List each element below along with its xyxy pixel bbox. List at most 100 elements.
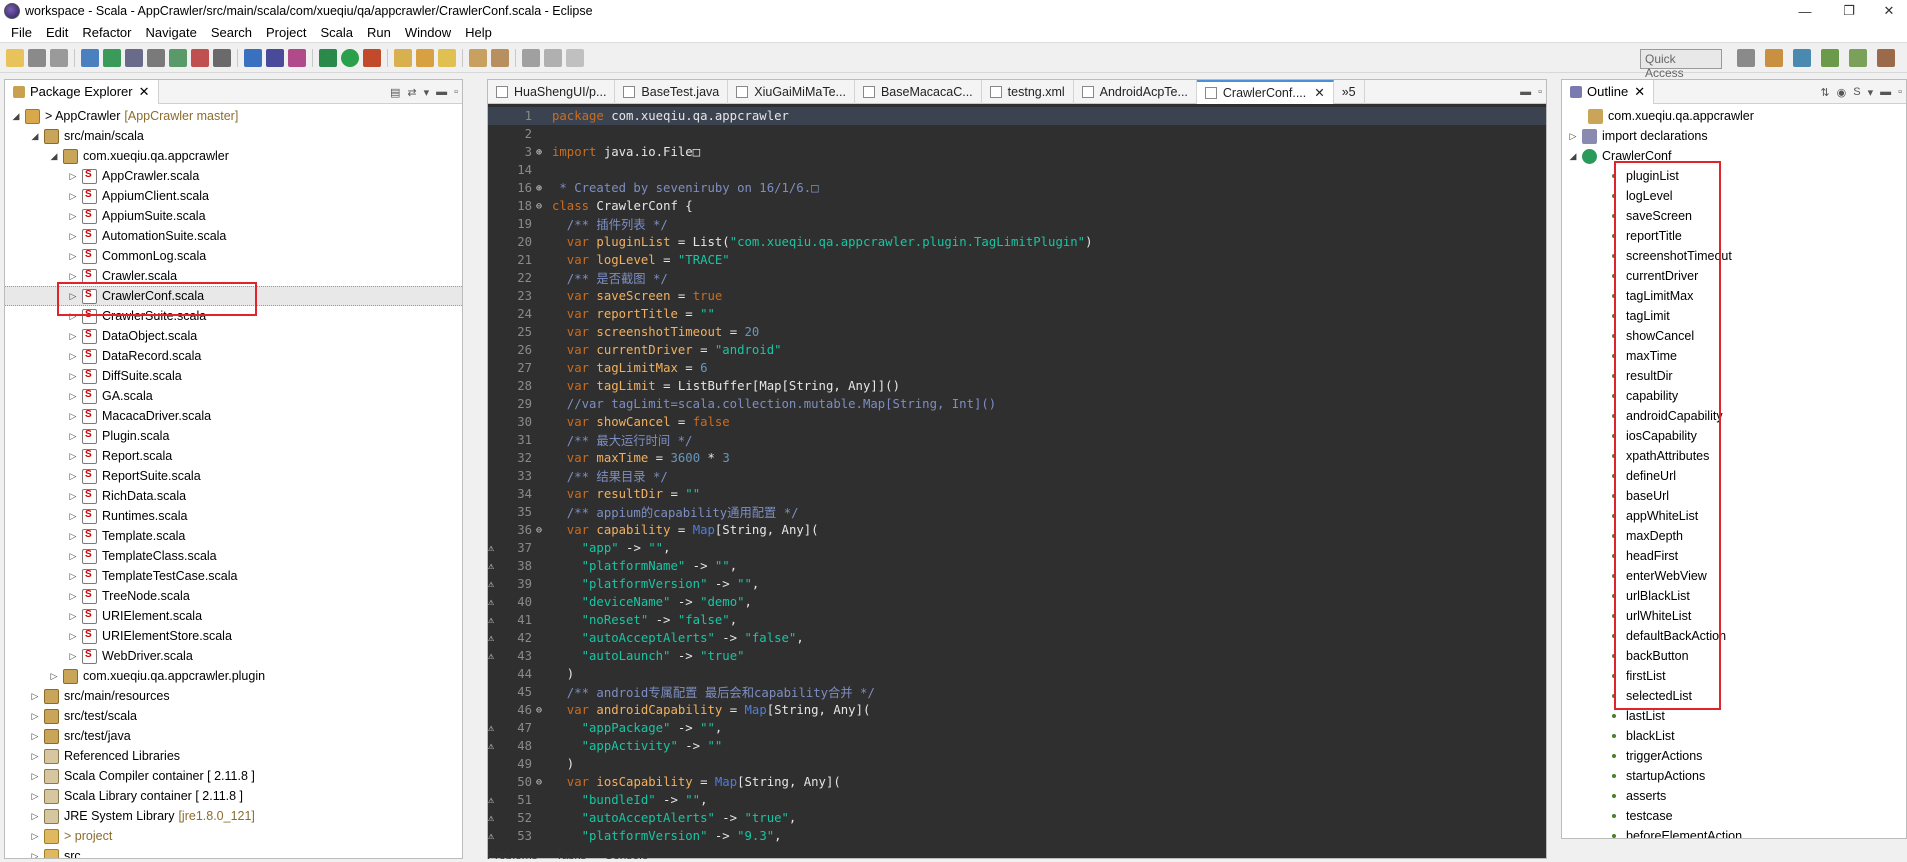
code-line[interactable]: 2: [488, 125, 1546, 143]
tree-item[interactable]: ◢ src/main/scala: [5, 126, 462, 146]
open-task-icon[interactable]: [416, 48, 434, 67]
fold-icon[interactable]: ⊕: [536, 147, 544, 158]
sort-icon[interactable]: ⇅: [1820, 86, 1829, 99]
editor-tab[interactable]: AndroidAcpTe...: [1074, 79, 1197, 104]
fold-icon[interactable]: ⊖: [536, 201, 544, 212]
new-object-icon[interactable]: [191, 48, 209, 67]
outline-member[interactable]: reportTitle: [1562, 226, 1906, 246]
editor-overflow-button[interactable]: »5: [1334, 79, 1365, 104]
code-line[interactable]: 28 var tagLimit = ListBuffer[Map[String,…: [488, 377, 1546, 395]
code-line[interactable]: ⚠ 43 "autoLaunch" -> "true": [488, 647, 1546, 665]
code-line[interactable]: 23 var saveScreen = true: [488, 287, 1546, 305]
expand-toggle-icon[interactable]: ▷: [68, 491, 78, 502]
tree-item[interactable]: ▷ DataRecord.scala: [5, 346, 462, 366]
menu-run[interactable]: Run: [360, 25, 398, 40]
code-line[interactable]: 33 /** 结果目录 */: [488, 467, 1546, 485]
close-window-button[interactable]: ✕: [1866, 0, 1907, 22]
expand-toggle-icon[interactable]: ▷: [68, 591, 78, 602]
new-scala-icon[interactable]: [125, 48, 143, 67]
code-line[interactable]: 36 ⊖ var capability = Map[String, Any](: [488, 521, 1546, 539]
code-line[interactable]: 14: [488, 161, 1546, 179]
expand-toggle-icon[interactable]: ▷: [68, 311, 78, 322]
editor-tab[interactable]: BaseTest.java: [615, 79, 729, 104]
outline-member[interactable]: appWhiteList: [1562, 506, 1906, 526]
outline-member[interactable]: maxDepth: [1562, 526, 1906, 546]
expand-toggle-icon[interactable]: ▷: [49, 671, 59, 682]
expand-toggle-icon[interactable]: ▷: [68, 291, 78, 302]
expand-toggle-icon[interactable]: ▷: [30, 731, 40, 742]
view-menu-icon[interactable]: ▾: [424, 86, 430, 99]
tree-item[interactable]: ▷ CommonLog.scala: [5, 246, 462, 266]
code-line[interactable]: 45 /** android专属配置 最后会和capability合并 */: [488, 683, 1546, 701]
next-annotation-icon[interactable]: [491, 48, 509, 67]
expand-toggle-icon[interactable]: ▷: [30, 751, 40, 762]
code-line[interactable]: 18 ⊖ class CrawlerConf {: [488, 197, 1546, 215]
build-icon[interactable]: [103, 48, 121, 67]
expand-toggle-icon[interactable]: ▷: [1568, 131, 1578, 142]
expand-toggle-icon[interactable]: ◢: [11, 111, 21, 122]
open-folder-icon[interactable]: [394, 48, 412, 67]
outline-member[interactable]: androidCapability: [1562, 406, 1906, 426]
expand-toggle-icon[interactable]: ▷: [68, 391, 78, 402]
code-line[interactable]: 21 var logLevel = "TRACE": [488, 251, 1546, 269]
tree-item[interactable]: ▷ src: [5, 846, 462, 858]
code-line[interactable]: ⚠ 41 "noReset" -> "false",: [488, 611, 1546, 629]
tree-item[interactable]: ▷ CrawlerSuite.scala: [5, 306, 462, 326]
tree-item[interactable]: ▷ CrawlerConf.scala: [5, 286, 462, 306]
tree-item[interactable]: ▷ Runtimes.scala: [5, 506, 462, 526]
expand-toggle-icon[interactable]: ▷: [68, 531, 78, 542]
code-line[interactable]: 27 var tagLimitMax = 6: [488, 359, 1546, 377]
tree-item[interactable]: ▷ > project: [5, 826, 462, 846]
code-line[interactable]: 34 var resultDir = "": [488, 485, 1546, 503]
collapse-all-icon[interactable]: ▤: [390, 86, 400, 99]
expand-toggle-icon[interactable]: ▷: [68, 551, 78, 562]
debug-perspective-icon[interactable]: [1821, 49, 1839, 67]
expand-toggle-icon[interactable]: ◢: [30, 131, 40, 142]
code-line[interactable]: 25 var screenshotTimeout = 20: [488, 323, 1546, 341]
outline-member[interactable]: defineUrl: [1562, 466, 1906, 486]
code-line[interactable]: 44 ): [488, 665, 1546, 683]
tree-item[interactable]: ▷ Referenced Libraries: [5, 746, 462, 766]
outline-member[interactable]: logLevel: [1562, 186, 1906, 206]
tree-item[interactable]: ▷ ReportSuite.scala: [5, 466, 462, 486]
outline-member[interactable]: capability: [1562, 386, 1906, 406]
last-edit-icon[interactable]: [522, 48, 540, 67]
menu-navigate[interactable]: Navigate: [139, 25, 204, 40]
outline-member[interactable]: blackList: [1562, 726, 1906, 746]
minimize-button[interactable]: —: [1782, 0, 1828, 22]
tab-outline[interactable]: Outline ✕: [1562, 79, 1655, 104]
outline-member[interactable]: beforeElementAction: [1562, 826, 1906, 838]
hide-static-icon[interactable]: S: [1853, 86, 1860, 98]
expand-toggle-icon[interactable]: ▷: [68, 191, 78, 202]
outline-root-item[interactable]: ▷ import declarations: [1562, 126, 1906, 146]
open-type-icon[interactable]: [244, 48, 262, 67]
search-icon[interactable]: [266, 48, 284, 67]
code-line[interactable]: ⚠ 51 "bundleId" -> "",: [488, 791, 1546, 809]
code-line[interactable]: 35 /** appium的capability通用配置 */: [488, 503, 1546, 521]
minimize-editor-icon[interactable]: ▬: [1520, 86, 1531, 98]
outline-member[interactable]: tagLimitMax: [1562, 286, 1906, 306]
maximize-view-icon[interactable]: ▫: [1898, 86, 1902, 98]
tree-item[interactable]: ▷ AppiumSuite.scala: [5, 206, 462, 226]
outline-member[interactable]: firstList: [1562, 666, 1906, 686]
tree-item[interactable]: ▷ AutomationSuite.scala: [5, 226, 462, 246]
menu-search[interactable]: Search: [204, 25, 259, 40]
outline-member[interactable]: resultDir: [1562, 366, 1906, 386]
outline-member[interactable]: lastList: [1562, 706, 1906, 726]
outline-member[interactable]: saveScreen: [1562, 206, 1906, 226]
expand-toggle-icon[interactable]: ▷: [30, 851, 40, 859]
code-area[interactable]: 1 package com.xueqiu.qa.appcrawler 2 3 ⊕ impo…: [488, 105, 1546, 858]
new-trait-icon[interactable]: [213, 48, 231, 67]
close-icon[interactable]: ✕: [1314, 85, 1324, 100]
tree-item[interactable]: ▷ Report.scala: [5, 446, 462, 466]
code-line[interactable]: ⚠ 52 "autoAcceptAlerts" -> "true",: [488, 809, 1546, 827]
expand-toggle-icon[interactable]: ▷: [68, 271, 78, 282]
git-perspective-icon[interactable]: [1877, 49, 1895, 67]
tree-item[interactable]: ▷ TemplateTestCase.scala: [5, 566, 462, 586]
tree-item[interactable]: ▷ TreeNode.scala: [5, 586, 462, 606]
tree-item[interactable]: ▷ JRE System Library [jre1.8.0_121]: [5, 806, 462, 826]
outline-member[interactable]: screenshotTimeout: [1562, 246, 1906, 266]
outline-member[interactable]: triggerActions: [1562, 746, 1906, 766]
code-line[interactable]: ⚠ 37 "app" -> "",: [488, 539, 1546, 557]
tree-item[interactable]: ▷ DiffSuite.scala: [5, 366, 462, 386]
